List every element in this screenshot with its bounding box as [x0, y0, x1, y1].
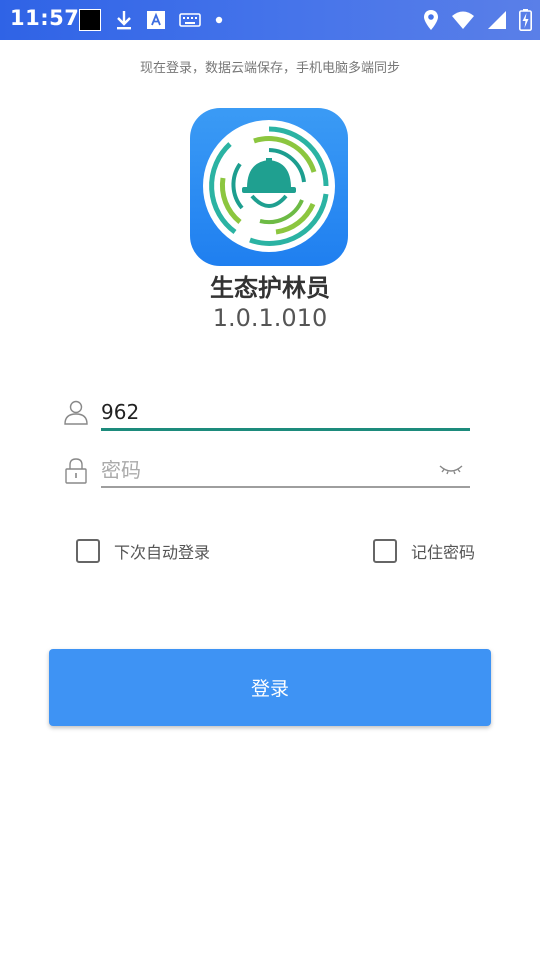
location-icon [424, 10, 438, 30]
password-underline [101, 486, 470, 488]
password-field [62, 454, 470, 490]
auto-login-box[interactable] [76, 539, 100, 563]
login-tip: 现在登录，数据云端保存，手机电脑多端同步 [139, 61, 400, 76]
black-square-notification-icon [79, 9, 101, 31]
lock-icon [65, 458, 87, 484]
forest-ranger-helmet-logo-icon [203, 120, 335, 252]
remember-password-box[interactable] [373, 539, 397, 563]
auto-login-label: 下次自动登录 [114, 543, 211, 562]
remember-password-label: 记住密码 [411, 543, 476, 562]
status-right-icons [423, 8, 532, 32]
remember-password-checkbox[interactable]: 记住密码 [373, 536, 475, 566]
eye-closed-icon[interactable] [438, 460, 464, 478]
password-input[interactable] [101, 454, 470, 486]
wifi-icon [452, 11, 474, 29]
app-version: 1.0.1.010 [212, 304, 328, 332]
download-icon [117, 11, 131, 30]
app-logo [190, 108, 348, 266]
keyboard-icon [179, 13, 201, 27]
status-bar: 11:57 [0, 0, 540, 40]
username-input[interactable] [101, 396, 470, 428]
username-underline [101, 428, 470, 431]
status-left-icons [79, 8, 223, 32]
username-field [62, 396, 470, 432]
login-button[interactable]: 登录 [49, 649, 491, 726]
auto-login-checkbox[interactable]: 下次自动登录 [76, 536, 210, 566]
status-time: 11:57 [10, 6, 80, 30]
dot-icon [215, 16, 223, 24]
user-icon [64, 400, 88, 425]
a-font-icon [147, 11, 165, 29]
signal-icon [488, 11, 506, 29]
battery-charging-icon [519, 9, 532, 31]
app-name: 生态护林员 [210, 274, 330, 302]
